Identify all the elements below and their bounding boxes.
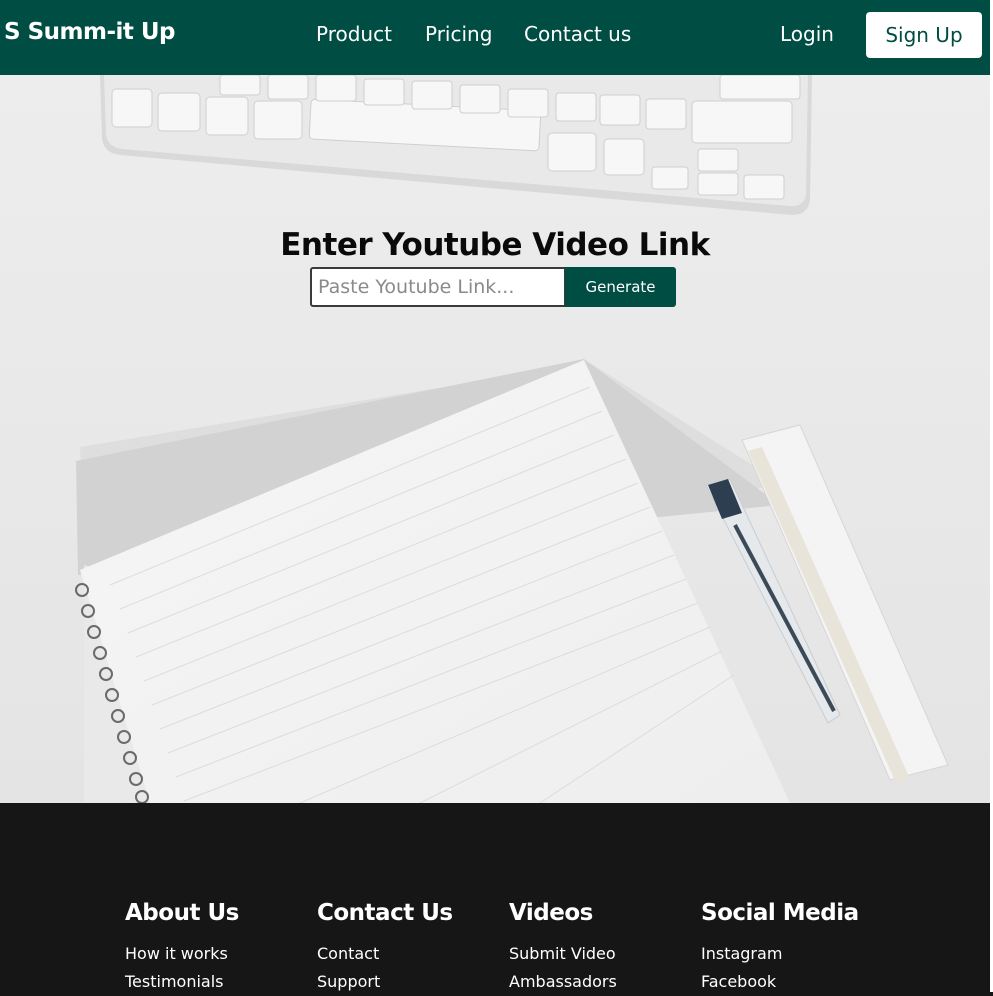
footer-heading-social: Social Media — [701, 900, 859, 926]
footer-link-contact[interactable]: Contact — [317, 940, 507, 968]
footer-heading-videos: Videos — [509, 900, 593, 926]
generate-button[interactable]: Generate — [565, 267, 676, 307]
footer-link-how-it-works[interactable]: How it works — [125, 940, 315, 968]
login-link[interactable]: Login — [780, 22, 834, 46]
nav-link-contact[interactable]: Contact us — [524, 22, 631, 46]
navbar: S Summ-it Up Product Pricing Contact us … — [0, 0, 990, 75]
footer-column-about: About Us How it works Testimonials — [125, 900, 315, 996]
hero-title: Enter Youtube Video Link — [280, 227, 710, 263]
hero-section: Enter Youtube Video Link Generate — [0, 75, 990, 803]
signup-button[interactable]: Sign Up — [866, 12, 982, 58]
footer-heading-about: About Us — [125, 900, 239, 926]
footer-link-instagram[interactable]: Instagram — [701, 940, 891, 968]
brand-logo[interactable]: S Summ-it Up — [4, 19, 176, 45]
hero-background-image — [0, 75, 990, 803]
footer-heading-contact: Contact Us — [317, 900, 453, 926]
footer-column-social: Social Media Instagram Facebook — [701, 900, 891, 996]
youtube-link-form: Generate — [310, 267, 676, 307]
nav-link-pricing[interactable]: Pricing — [425, 22, 492, 46]
youtube-link-input[interactable] — [310, 267, 566, 307]
footer-column-videos: Videos Submit Video Ambassadors — [509, 900, 699, 996]
nav-link-product[interactable]: Product — [316, 22, 392, 46]
footer-link-submit-video[interactable]: Submit Video — [509, 940, 699, 968]
footer: About Us How it works Testimonials Conta… — [0, 803, 990, 992]
footer-column-contact: Contact Us Contact Support — [317, 900, 507, 996]
